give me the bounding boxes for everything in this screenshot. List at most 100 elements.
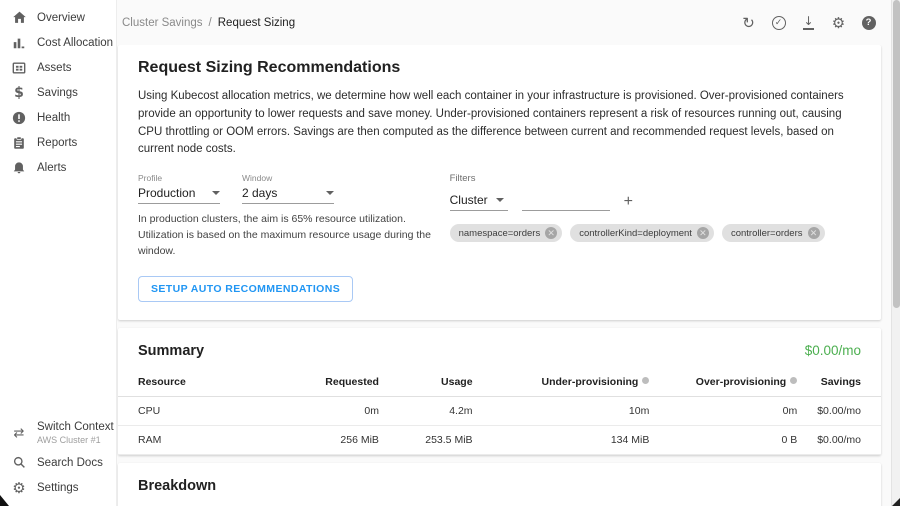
- bell-icon: [11, 160, 27, 176]
- settings-gear-icon[interactable]: ⚙: [830, 14, 847, 31]
- remove-chip-icon[interactable]: ✕: [697, 227, 709, 239]
- profile-select[interactable]: Profile Production: [138, 173, 220, 204]
- profile-value: Production: [138, 186, 195, 200]
- sidebar-item-label: Savings: [37, 87, 78, 99]
- info-icon[interactable]: [790, 377, 797, 384]
- filter-chip[interactable]: controller=orders ✕: [722, 224, 825, 242]
- breakdown-card: Breakdown Container Cluster CPUusage CPU…: [118, 463, 881, 506]
- sidebar-item-cost-allocation[interactable]: Cost Allocation: [0, 30, 116, 55]
- sidebar-item-overview[interactable]: Overview: [0, 5, 116, 30]
- settings-label: Settings: [37, 482, 79, 494]
- remove-chip-icon[interactable]: ✕: [545, 227, 557, 239]
- bk-header-ram-recommended[interactable]: RAMrecomm'd: [670, 500, 740, 506]
- page-title: Request Sizing Recommendations: [138, 59, 861, 77]
- search-icon: [11, 455, 27, 471]
- health-icon: [11, 110, 27, 126]
- help-icon[interactable]: ?: [860, 14, 877, 31]
- request-sizing-card: Request Sizing Recommendations Using Kub…: [118, 45, 881, 320]
- breadcrumb-separator: /: [209, 17, 212, 29]
- switch-context-button[interactable]: ⇄ Switch Context AWS Cluster #1: [0, 416, 116, 450]
- sidebar-item-label: Health: [37, 112, 70, 124]
- sidebar-item-label: Assets: [37, 62, 72, 74]
- summary-header-resource: Resource: [118, 368, 237, 397]
- filter-value-input[interactable]: [522, 195, 610, 211]
- resize-grip: [892, 498, 900, 506]
- dollar-icon: $: [11, 85, 27, 101]
- add-filter-button[interactable]: +: [624, 194, 633, 211]
- bar-chart-icon: [11, 35, 27, 51]
- main-content: Request Sizing Recommendations Using Kub…: [118, 45, 881, 506]
- filters-label: Filters: [450, 173, 861, 184]
- summary-card: Summary $0.00/mo Resource Requested Usag…: [118, 328, 881, 455]
- filter-chip-label: namespace=orders: [459, 228, 541, 239]
- sidebar-item-health[interactable]: Health: [0, 105, 116, 130]
- bk-header-cpu-request[interactable]: CPUrequest: [417, 500, 478, 506]
- bk-header-cpu-recommended[interactable]: CPUrecomm'd: [478, 500, 548, 506]
- sidebar: Overview Cost Allocation Assets $ Saving…: [0, 0, 117, 506]
- check-circle-icon[interactable]: ✓: [770, 14, 787, 31]
- page-description: Using Kubecost allocation metrics, we de…: [138, 88, 861, 159]
- reports-icon: [11, 135, 27, 151]
- remove-chip-icon[interactable]: ✕: [808, 227, 820, 239]
- window-label: Window: [242, 173, 334, 183]
- sidebar-item-label: Overview: [37, 12, 85, 24]
- summary-header-over-provisioning: Over-provisioning: [669, 368, 817, 397]
- search-docs-label: Search Docs: [37, 457, 103, 469]
- summary-header-under-provisioning: Under-provisioning: [493, 368, 670, 397]
- profile-helper-text: In production clusters, the aim is 65% r…: [138, 212, 444, 259]
- sidebar-item-assets[interactable]: Assets: [0, 55, 116, 80]
- chevron-down-icon: [326, 191, 334, 195]
- setup-auto-recommendations-button[interactable]: SETUP AUTO RECOMMENDATIONS: [138, 276, 353, 302]
- bk-header-cpu-usage[interactable]: CPUusage: [363, 500, 417, 506]
- bk-header-ram-request[interactable]: RAMrequest: [608, 500, 669, 506]
- swap-arrows-icon: ⇄: [11, 425, 27, 441]
- profile-label: Profile: [138, 173, 220, 183]
- assets-grid-icon: [11, 60, 27, 76]
- breadcrumb-current: Request Sizing: [218, 17, 295, 29]
- search-docs-button[interactable]: Search Docs: [0, 450, 116, 475]
- topbar: Cluster Savings / Request Sizing ↻ ✓ ↓ ⚙…: [118, 0, 891, 45]
- sidebar-item-reports[interactable]: Reports: [0, 130, 116, 155]
- bk-header-container[interactable]: Container: [118, 500, 257, 506]
- breadcrumb: Cluster Savings / Request Sizing: [122, 17, 295, 29]
- summary-header-savings: Savings: [817, 368, 881, 397]
- gear-icon: ⚙: [11, 480, 27, 496]
- filter-chip[interactable]: namespace=orders ✕: [450, 224, 563, 242]
- scrollbar-track[interactable]: [891, 0, 900, 506]
- filter-chip[interactable]: controllerKind=deployment ✕: [570, 224, 714, 242]
- sidebar-item-label: Cost Allocation: [37, 37, 113, 49]
- chevron-down-icon: [212, 191, 220, 195]
- summary-row-ram[interactable]: RAM 256 MiB 253.5 MiB 134 MiB 0 B $0.00/…: [118, 425, 881, 454]
- breakdown-table: Container Cluster CPUusage CPUrequest CP…: [118, 500, 881, 506]
- chevron-down-icon: [496, 198, 504, 202]
- sidebar-item-label: Reports: [37, 137, 77, 149]
- sidebar-item-savings[interactable]: $ Savings: [0, 80, 116, 105]
- bk-header-cluster[interactable]: Cluster: [257, 500, 362, 506]
- sidebar-item-label: Alerts: [37, 162, 66, 174]
- summary-table: Resource Requested Usage Under-provision…: [118, 368, 881, 455]
- summary-header-requested: Requested: [237, 368, 399, 397]
- scrollbar-thumb[interactable]: [893, 0, 900, 308]
- summary-row-cpu[interactable]: CPU 0m 4.2m 10m 0m $0.00/mo: [118, 396, 881, 425]
- window-value: 2 days: [242, 186, 277, 200]
- filter-type-select[interactable]: Cluster: [450, 193, 508, 211]
- breadcrumb-parent[interactable]: Cluster Savings: [122, 17, 203, 29]
- bk-header-savings[interactable]: ↓Savings: [809, 500, 881, 506]
- filter-chip-label: controllerKind=deployment: [579, 228, 692, 239]
- summary-header-usage: Usage: [399, 368, 493, 397]
- refresh-icon[interactable]: ↻: [740, 14, 757, 31]
- bk-header-efficiency[interactable]: Efficiency: [740, 500, 810, 506]
- summary-total-savings: $0.00/mo: [805, 343, 861, 358]
- home-icon: [11, 10, 27, 26]
- filter-chip-label: controller=orders: [731, 228, 803, 239]
- mouse-cursor: [0, 495, 9, 506]
- breakdown-title: Breakdown: [138, 478, 216, 494]
- summary-title: Summary: [138, 343, 204, 359]
- bk-header-ram-usage[interactable]: RAMusage: [548, 500, 608, 506]
- window-select[interactable]: Window 2 days: [242, 173, 334, 204]
- download-icon[interactable]: ↓: [800, 14, 817, 31]
- settings-button[interactable]: ⚙ Settings: [0, 475, 116, 500]
- current-cluster-label: AWS Cluster #1: [37, 435, 114, 446]
- info-icon[interactable]: [642, 377, 649, 384]
- sidebar-item-alerts[interactable]: Alerts: [0, 155, 116, 180]
